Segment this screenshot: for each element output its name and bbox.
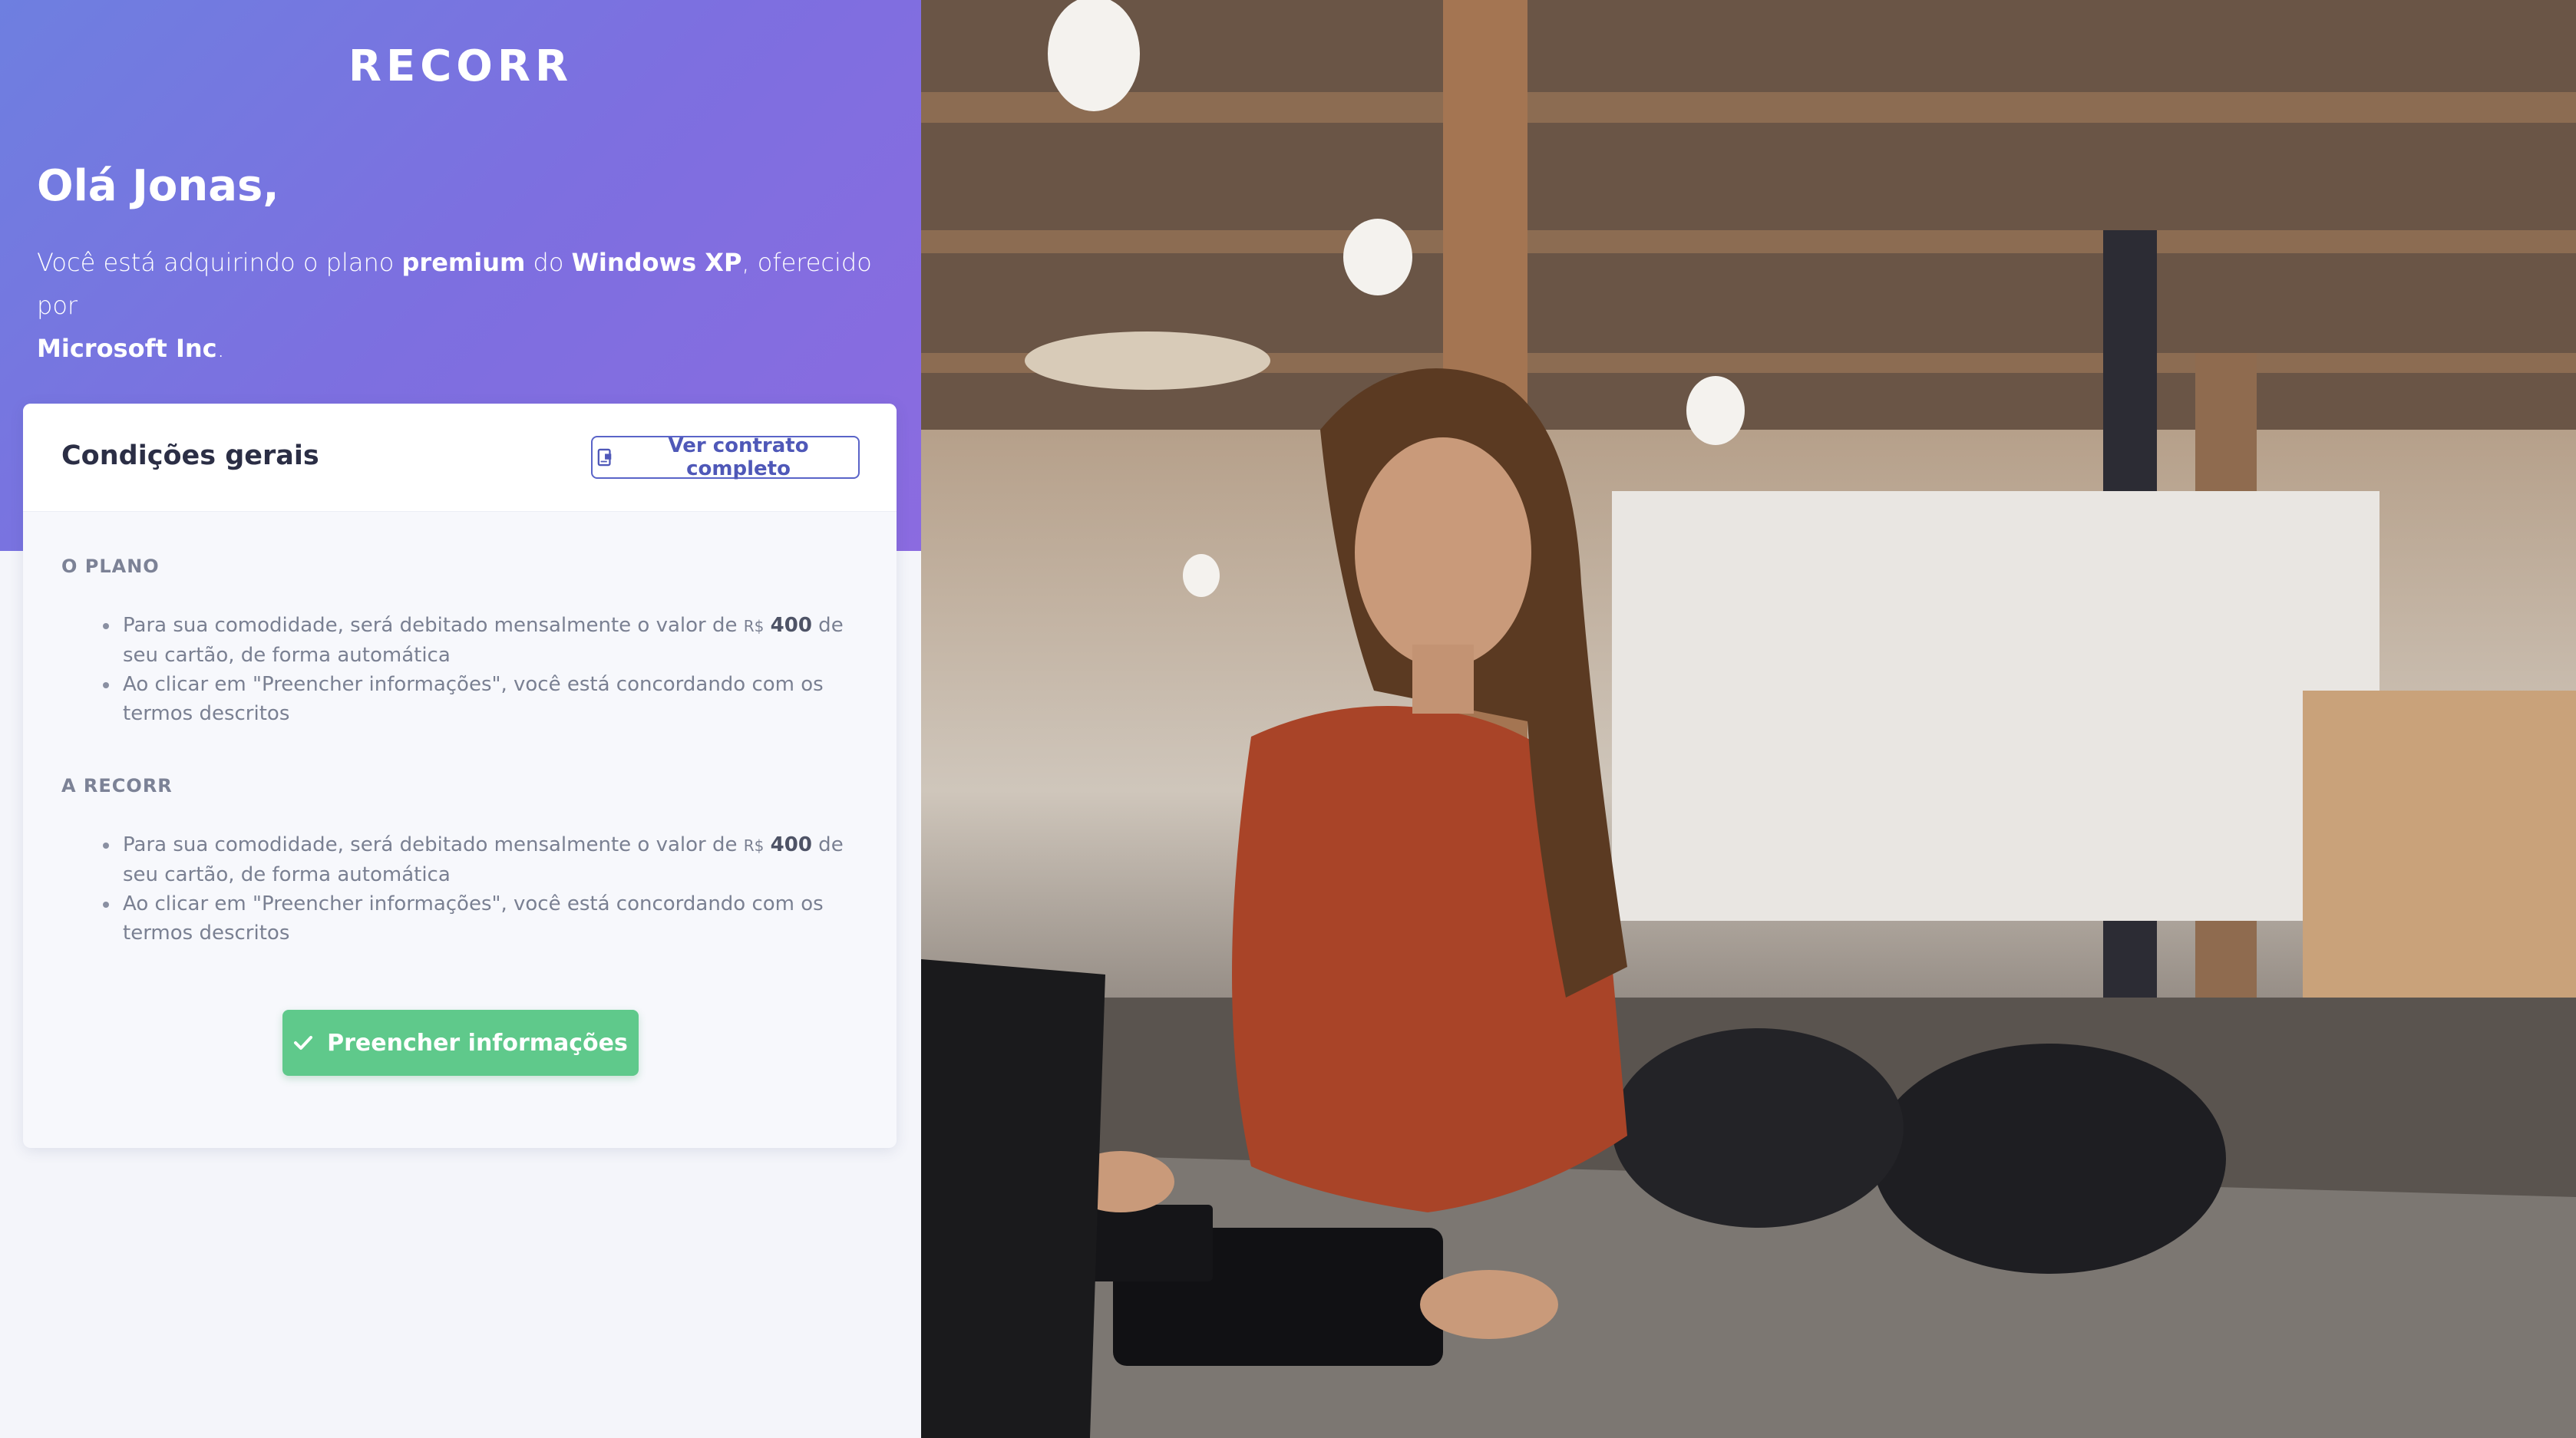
intro-part-4: . (216, 334, 225, 363)
card-title: Condições gerais (61, 440, 319, 471)
view-contract-label: Ver contrato completo (668, 434, 809, 480)
brand-logo: RECORR (348, 41, 573, 91)
fill-information-label: Preencher informações (327, 1029, 628, 1057)
amount: 400 (770, 833, 812, 856)
greeting-heading: Olá Jonas, (37, 161, 279, 211)
hero-photo (921, 0, 2576, 1438)
intro-part-1: Você está adquirindo o plano (37, 248, 402, 277)
item-text: Para sua comodidade, será debitado mensa… (123, 833, 744, 856)
intro-text: Você está adquirindo o plano premium do … (37, 241, 881, 370)
list-item: Para sua comodidade, será debitado mensa… (103, 830, 860, 889)
currency-symbol: R$ (743, 617, 765, 635)
list-item: Ao clicar em "Preencher informações", vo… (103, 670, 860, 728)
vendor-name: Microsoft Inc (37, 334, 217, 363)
plan-name: premium (401, 248, 526, 277)
section-label-recorr: A RECORR (61, 775, 173, 797)
plano-list: Para sua comodidade, será debitado mensa… (103, 611, 860, 728)
photo-illustration (921, 0, 2576, 1438)
list-item: Ao clicar em "Preencher informações", vo… (103, 889, 860, 948)
product-name: Windows XP (571, 248, 742, 277)
recorr-list: Para sua comodidade, será debitado mensa… (103, 830, 860, 948)
conditions-card: Condições gerais Ver contrato completo O… (23, 404, 897, 1148)
document-icon (597, 448, 612, 467)
view-contract-button[interactable]: Ver contrato completo (591, 434, 860, 480)
currency-symbol: R$ (743, 836, 765, 855)
intro-part-2: do (525, 248, 572, 277)
left-panel: RECORR Olá Jonas, Você está adquirindo o… (0, 0, 921, 1438)
amount: 400 (770, 614, 812, 637)
checkmark-icon (294, 1036, 313, 1050)
item-text: Para sua comodidade, será debitado mensa… (123, 614, 744, 637)
fill-information-button[interactable]: Preencher informações (282, 1010, 639, 1076)
card-header: Condições gerais Ver contrato completo (23, 404, 897, 512)
list-item: Para sua comodidade, será debitado mensa… (103, 611, 860, 670)
section-label-plano: O PLANO (61, 556, 160, 577)
